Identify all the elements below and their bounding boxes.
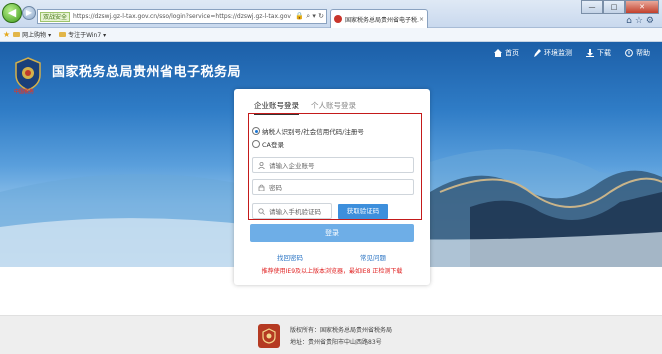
address-bar[interactable]: 双战安全 https://dzswj.gz-l-tax.gov.cn/sso/l… <box>37 9 327 24</box>
footer-address: 地址：贵州省贵阳市中山西路83号 <box>290 339 382 346</box>
address-url[interactable]: https://dzswj.gz-l-tax.gov.cn/sso/login?… <box>73 13 293 20</box>
nav-download[interactable]: 下载 <box>586 48 611 58</box>
nav-help[interactable]: 帮助 <box>625 48 650 58</box>
tab-favicon-icon <box>334 15 342 23</box>
folder-icon <box>13 32 21 37</box>
radio-unselected-icon[interactable] <box>252 140 260 148</box>
login-button[interactable]: 登录 <box>250 224 414 242</box>
forgot-password-link[interactable]: 找回密码 <box>277 252 303 262</box>
favorites-star-icon[interactable]: ★ <box>3 30 10 39</box>
home-icon <box>494 49 502 57</box>
browser-tab[interactable]: 国家税务总局贵州省电子税... × <box>330 9 428 28</box>
search-icon <box>258 207 265 215</box>
security-badge: 双战安全 <box>40 11 71 22</box>
address-actions-icon[interactable]: 🔒 ⌕ ▾ ↻ <box>295 12 326 21</box>
radio-selected-icon[interactable] <box>252 127 260 135</box>
site-title: 国家税务总局贵州省电子税务局 <box>52 65 242 80</box>
page-footer: 版权所有：国家税务总局贵州省税务局 地址：贵州省贵阳市中山西路83号 <box>0 315 662 354</box>
radio-taxpayer-id[interactable]: 纳税人识别号/社会信用代码/注册号 <box>252 126 364 136</box>
tab-title: 国家税务总局贵州省电子税... <box>345 16 419 24</box>
forward-arrow-icon[interactable]: ▶ <box>22 6 36 20</box>
help-icon <box>625 49 633 57</box>
sms-code-input[interactable]: 请输入手机验证码 <box>252 203 332 219</box>
tax-bureau-emblem-icon <box>258 324 280 348</box>
top-navigation: 首页 环境监测 下载 帮助 <box>480 48 650 58</box>
get-sms-code-button[interactable]: 获取验证码 <box>338 204 388 219</box>
account-input[interactable]: 请输入企业账号 <box>252 157 414 173</box>
maximize-button[interactable]: □ <box>603 0 625 14</box>
favorite-shopping[interactable]: 网上购物 ▾ <box>13 30 51 39</box>
back-arrow-icon[interactable]: ◀ <box>2 3 22 23</box>
tax-emblem-logo <box>14 57 42 91</box>
download-icon <box>586 49 594 57</box>
window-controls: — □ ✕ <box>581 0 659 14</box>
close-window-button[interactable]: ✕ <box>625 0 659 14</box>
minimize-button[interactable]: — <box>581 0 603 14</box>
footer-copyright: 版权所有：国家税务总局贵州省税务局 <box>290 327 393 334</box>
footer-info: 版权所有：国家税务总局贵州省税务局 地址：贵州省贵阳市中山西路83号 <box>290 325 392 349</box>
home-star-gear-icon[interactable]: ⌂☆⚙ <box>626 16 657 26</box>
folder-icon <box>59 32 67 37</box>
favorites-bar: ★ 网上购物 ▾ 专注于Win7 ▾ <box>0 28 662 42</box>
wrench-icon <box>534 49 541 57</box>
nav-home[interactable]: 首页 <box>494 48 519 58</box>
lock-icon <box>258 184 265 191</box>
browser-notice[interactable]: 推荐使用IE9及以上版本浏览器，最如IE8 正检测下载 <box>234 266 430 275</box>
user-icon <box>258 161 265 169</box>
browser-toolbar: ◀ ▶ 双战安全 https://dzswj.gz-l-tax.gov.cn/s… <box>0 0 662 28</box>
radio-ca-login[interactable]: CA登录 <box>252 139 284 149</box>
login-card: 企业账号登录 个人账号登录 纳税人识别号/社会信用代码/注册号 CA登录 请输入… <box>234 89 430 285</box>
nav-env-check[interactable]: 环境监测 <box>533 48 572 58</box>
favorite-win7[interactable]: 专注于Win7 ▾ <box>59 30 106 39</box>
password-input[interactable]: 密码 <box>252 179 414 195</box>
tab-close-icon[interactable]: × <box>419 16 424 23</box>
logo-caption: 中国税务 <box>14 89 35 95</box>
faq-link[interactable]: 常见问题 <box>360 252 386 262</box>
